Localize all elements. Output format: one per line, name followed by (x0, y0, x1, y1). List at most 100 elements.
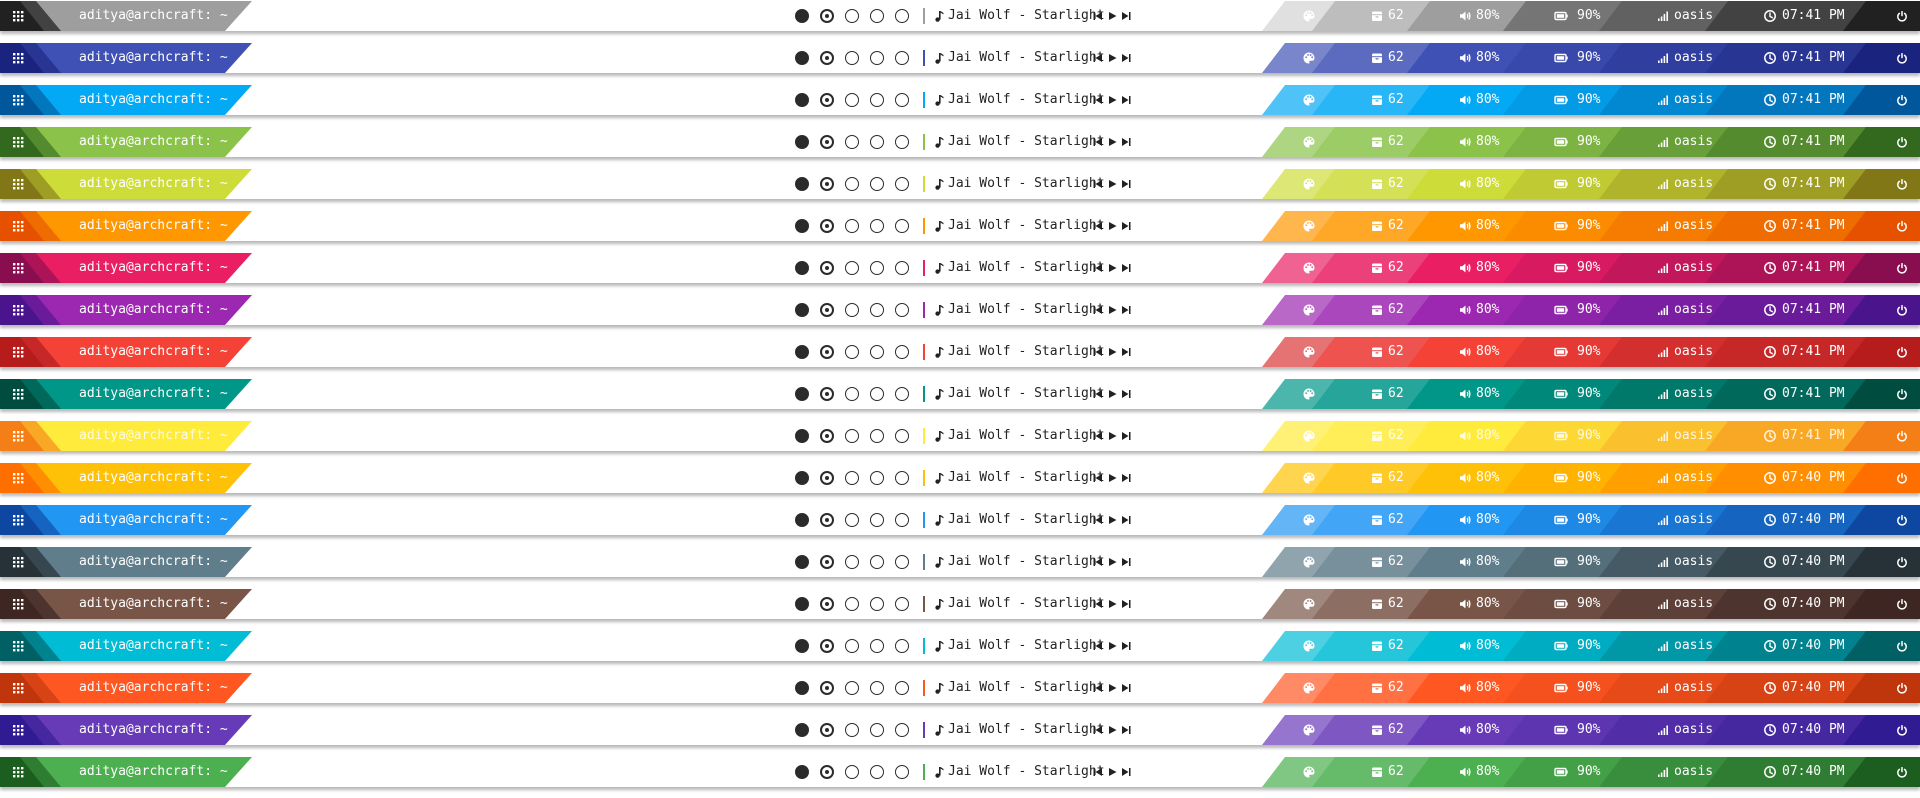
grid-menu-icon[interactable] (11, 379, 25, 409)
workspace-3-indicator[interactable] (845, 135, 859, 149)
workspace-4-indicator[interactable] (870, 681, 884, 695)
grid-menu-icon[interactable] (11, 1, 25, 31)
palette-icon[interactable] (1302, 379, 1316, 409)
package-icon[interactable] (1370, 589, 1384, 619)
workspace-3-indicator[interactable] (845, 639, 859, 653)
next-track-icon[interactable] (1119, 673, 1133, 703)
workspace-2-indicator[interactable] (820, 639, 834, 653)
next-track-icon[interactable] (1119, 379, 1133, 409)
previous-track-icon[interactable] (1091, 715, 1105, 745)
workspace-5-indicator[interactable] (895, 261, 909, 275)
signal-icon[interactable] (1656, 505, 1670, 535)
play-icon[interactable] (1105, 211, 1119, 241)
power-icon[interactable] (1895, 547, 1909, 577)
signal-icon[interactable] (1656, 295, 1670, 325)
package-icon[interactable] (1370, 547, 1384, 577)
workspace-2-indicator[interactable] (820, 93, 834, 107)
workspace-5-indicator[interactable] (895, 51, 909, 65)
power-icon[interactable] (1895, 631, 1909, 661)
workspace-4-indicator[interactable] (870, 387, 884, 401)
package-icon[interactable] (1370, 421, 1384, 451)
workspace-4-indicator[interactable] (870, 93, 884, 107)
palette-icon[interactable] (1302, 85, 1316, 115)
grid-menu-icon[interactable] (11, 295, 25, 325)
grid-menu-icon[interactable] (11, 85, 25, 115)
previous-track-icon[interactable] (1091, 295, 1105, 325)
power-icon[interactable] (1895, 211, 1909, 241)
play-icon[interactable] (1105, 43, 1119, 73)
previous-track-icon[interactable] (1091, 1, 1105, 31)
power-icon[interactable] (1895, 757, 1909, 787)
workspace-2-indicator[interactable] (820, 429, 834, 443)
package-icon[interactable] (1370, 85, 1384, 115)
previous-track-icon[interactable] (1091, 43, 1105, 73)
grid-menu-icon[interactable] (11, 505, 25, 535)
grid-menu-icon[interactable] (11, 337, 25, 367)
previous-track-icon[interactable] (1091, 85, 1105, 115)
play-icon[interactable] (1105, 85, 1119, 115)
speaker-icon[interactable] (1458, 169, 1472, 199)
grid-menu-icon[interactable] (11, 673, 25, 703)
palette-icon[interactable] (1302, 631, 1316, 661)
power-icon[interactable] (1895, 43, 1909, 73)
package-icon[interactable] (1370, 631, 1384, 661)
workspace-4-indicator[interactable] (870, 261, 884, 275)
workspace-3-indicator[interactable] (845, 513, 859, 527)
next-track-icon[interactable] (1119, 715, 1133, 745)
workspace-2-indicator[interactable] (820, 51, 834, 65)
previous-track-icon[interactable] (1091, 379, 1105, 409)
speaker-icon[interactable] (1458, 253, 1472, 283)
play-icon[interactable] (1105, 631, 1119, 661)
grid-menu-icon[interactable] (11, 169, 25, 199)
package-icon[interactable] (1370, 757, 1384, 787)
play-icon[interactable] (1105, 505, 1119, 535)
play-icon[interactable] (1105, 421, 1119, 451)
workspace-3-indicator[interactable] (845, 471, 859, 485)
grid-menu-icon[interactable] (11, 211, 25, 241)
palette-icon[interactable] (1302, 1, 1316, 31)
play-icon[interactable] (1105, 715, 1119, 745)
palette-icon[interactable] (1302, 547, 1316, 577)
next-track-icon[interactable] (1119, 1, 1133, 31)
previous-track-icon[interactable] (1091, 757, 1105, 787)
workspace-1-indicator[interactable] (795, 765, 809, 779)
workspace-3-indicator[interactable] (845, 303, 859, 317)
workspace-2-indicator[interactable] (820, 219, 834, 233)
workspace-1-indicator[interactable] (795, 387, 809, 401)
workspace-3-indicator[interactable] (845, 765, 859, 779)
workspace-2-indicator[interactable] (820, 765, 834, 779)
workspace-5-indicator[interactable] (895, 345, 909, 359)
workspace-3-indicator[interactable] (845, 555, 859, 569)
palette-icon[interactable] (1302, 295, 1316, 325)
package-icon[interactable] (1370, 715, 1384, 745)
speaker-icon[interactable] (1458, 421, 1472, 451)
speaker-icon[interactable] (1458, 757, 1472, 787)
workspace-1-indicator[interactable] (795, 597, 809, 611)
workspace-5-indicator[interactable] (895, 93, 909, 107)
workspace-4-indicator[interactable] (870, 345, 884, 359)
signal-icon[interactable] (1656, 211, 1670, 241)
workspace-3-indicator[interactable] (845, 429, 859, 443)
play-icon[interactable] (1105, 589, 1119, 619)
power-icon[interactable] (1895, 505, 1909, 535)
workspace-4-indicator[interactable] (870, 639, 884, 653)
next-track-icon[interactable] (1119, 253, 1133, 283)
workspace-2-indicator[interactable] (820, 9, 834, 23)
next-track-icon[interactable] (1119, 43, 1133, 73)
workspace-1-indicator[interactable] (795, 177, 809, 191)
workspace-1-indicator[interactable] (795, 51, 809, 65)
power-icon[interactable] (1895, 463, 1909, 493)
workspace-2-indicator[interactable] (820, 513, 834, 527)
workspace-1-indicator[interactable] (795, 513, 809, 527)
power-icon[interactable] (1895, 379, 1909, 409)
package-icon[interactable] (1370, 295, 1384, 325)
workspace-1-indicator[interactable] (795, 219, 809, 233)
workspace-3-indicator[interactable] (845, 93, 859, 107)
package-icon[interactable] (1370, 211, 1384, 241)
workspace-3-indicator[interactable] (845, 681, 859, 695)
workspace-4-indicator[interactable] (870, 9, 884, 23)
workspace-1-indicator[interactable] (795, 639, 809, 653)
workspace-2-indicator[interactable] (820, 387, 834, 401)
workspace-5-indicator[interactable] (895, 177, 909, 191)
signal-icon[interactable] (1656, 757, 1670, 787)
